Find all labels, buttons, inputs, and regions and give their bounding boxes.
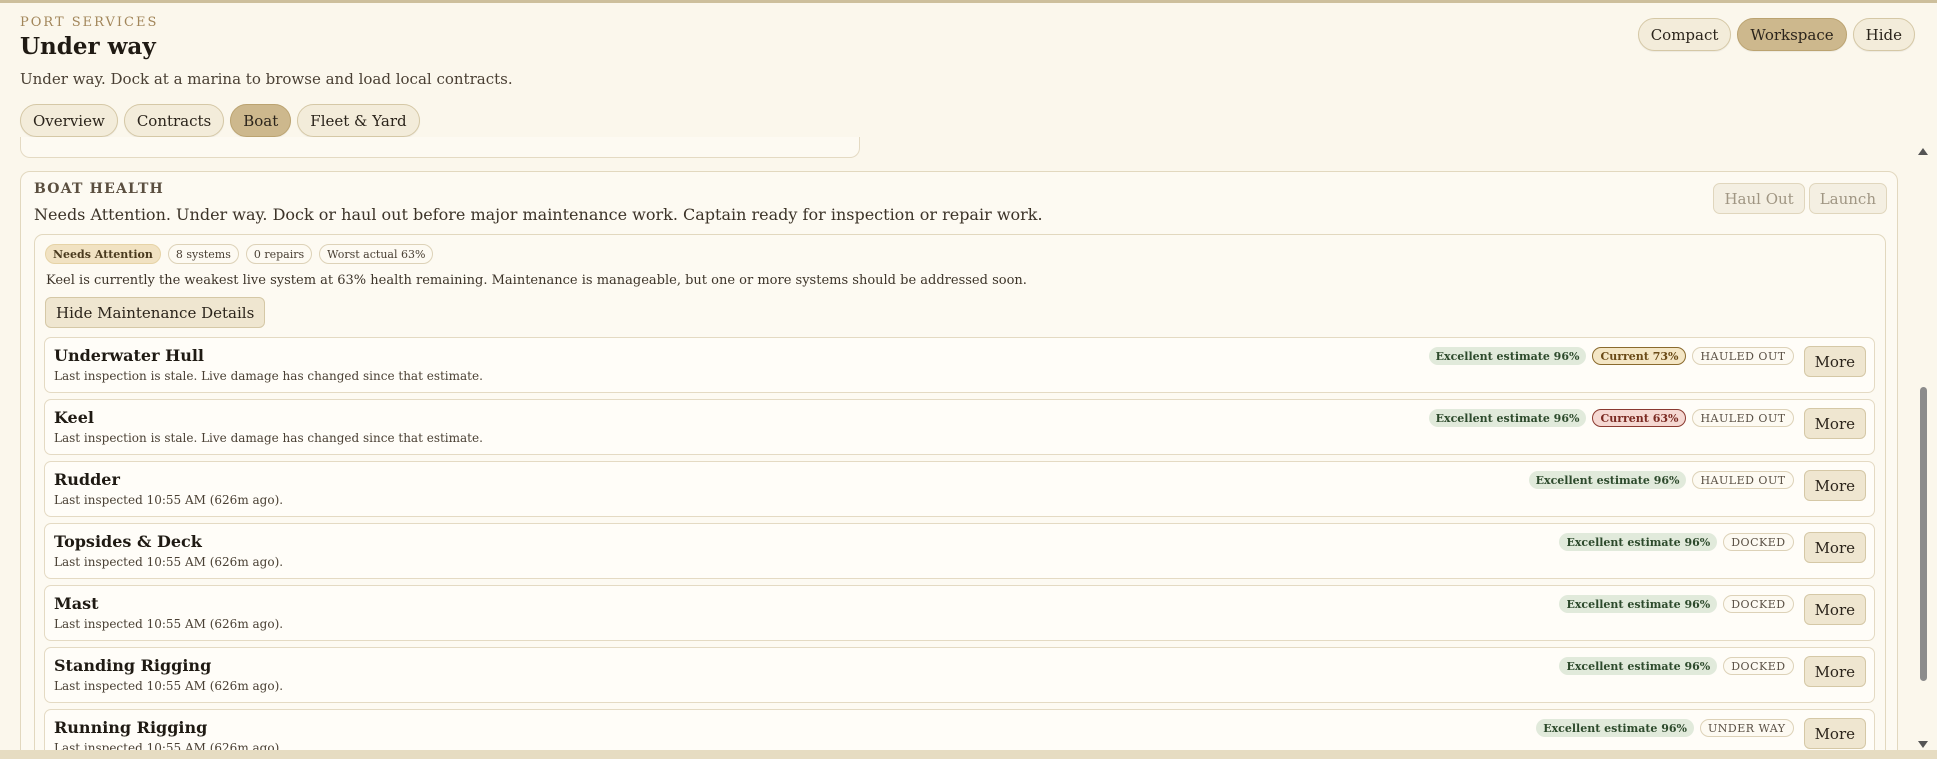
systems-count-badge: 8 systems (167, 244, 239, 264)
tab-fleet-yard[interactable]: Fleet & Yard (297, 104, 420, 137)
view-mode-toolbar: Compact Workspace Hide (1637, 18, 1915, 51)
system-status: Excellent estimate 96% Current 73% HAULE… (1428, 346, 1866, 377)
system-note: Last inspected 10:55 AM (626m ago). (54, 493, 284, 507)
system-note: Last inspection is stale. Live damage ha… (54, 431, 483, 445)
boat-health-summary: Needs Attention. Under way. Dock or haul… (34, 205, 1043, 224)
system-status: Excellent estimate 96% DOCKED More (1559, 594, 1866, 625)
estimate-chip: Excellent estimate 96% (1559, 595, 1718, 613)
haul-out-button[interactable]: Haul Out (1713, 183, 1805, 214)
port-services-panel: PORT SERVICES Under way Under way. Dock … (0, 0, 1937, 759)
estimate-chip: Excellent estimate 96% (1536, 719, 1695, 737)
system-status: Excellent estimate 96% HAULED OUT More (1528, 470, 1866, 501)
system-name: Running Rigging (54, 718, 208, 737)
panel-header: PORT SERVICES Under way Under way. Dock … (20, 15, 513, 88)
more-button[interactable]: More (1803, 346, 1866, 377)
page-title: Under way (20, 33, 156, 60)
launch-button[interactable]: Launch (1808, 183, 1887, 214)
vertical-scrollbar[interactable] (1917, 145, 1929, 750)
state-chip: HAULED OUT (1692, 409, 1794, 427)
system-status: Excellent estimate 96% UNDER WAY More (1536, 718, 1866, 749)
system-status: Excellent estimate 96% DOCKED More (1559, 656, 1866, 687)
system-status: Excellent estimate 96% DOCKED More (1559, 532, 1866, 563)
system-row-mast: Mast Last inspected 10:55 AM (626m ago).… (44, 585, 1875, 641)
tab-overview[interactable]: Overview (20, 104, 118, 137)
system-row-keel: Keel Last inspection is stale. Live dama… (44, 399, 1875, 455)
boat-health-card: BOAT HEALTH Needs Attention. Under way. … (20, 171, 1898, 755)
page-subtitle: Under way. Dock at a marina to browse an… (20, 70, 513, 88)
system-name: Mast (54, 594, 99, 613)
system-name: Rudder (54, 470, 120, 489)
tab-contracts[interactable]: Contracts (123, 104, 225, 137)
more-button[interactable]: More (1803, 656, 1866, 687)
maintenance-details: Needs Attention 8 systems 0 repairs Wors… (34, 234, 1886, 755)
state-chip: HAULED OUT (1692, 471, 1794, 489)
scrollbar-thumb[interactable] (1920, 387, 1927, 681)
estimate-chip: Excellent estimate 96% (1528, 471, 1687, 489)
state-chip: DOCKED (1723, 595, 1794, 613)
status-badge: Needs Attention (45, 244, 161, 264)
system-note: Last inspected 10:55 AM (626m ago). (54, 617, 284, 631)
system-row-standing-rigging: Standing Rigging Last inspected 10:55 AM… (44, 647, 1875, 703)
system-note: Last inspected 10:55 AM (626m ago). (54, 555, 284, 569)
previous-card-edge (20, 137, 860, 158)
system-note: Last inspected 10:55 AM (626m ago). (54, 741, 284, 755)
worst-actual-badge: Worst actual 63% (319, 244, 434, 264)
estimate-chip: Excellent estimate 96% (1428, 409, 1587, 427)
hide-maintenance-details-button[interactable]: Hide Maintenance Details (45, 297, 266, 328)
state-chip: DOCKED (1723, 657, 1794, 675)
health-badges: Needs Attention 8 systems 0 repairs Wors… (45, 244, 434, 264)
estimate-chip: Excellent estimate 96% (1559, 533, 1718, 551)
tab-boat[interactable]: Boat (230, 104, 292, 137)
system-note: Last inspected 10:55 AM (626m ago). (54, 679, 284, 693)
system-row-topsides-deck: Topsides & Deck Last inspected 10:55 AM … (44, 523, 1875, 579)
system-name: Keel (54, 408, 94, 427)
compact-button[interactable]: Compact (1637, 18, 1732, 51)
estimate-chip: Excellent estimate 96% (1428, 347, 1587, 365)
scroll-down-arrow-icon[interactable] (1918, 741, 1928, 748)
more-button[interactable]: More (1803, 594, 1866, 625)
system-note: Last inspection is stale. Live damage ha… (54, 369, 483, 383)
system-row-running-rigging: Running Rigging Last inspected 10:55 AM … (44, 709, 1875, 755)
section-tabs: Overview Contracts Boat Fleet & Yard (20, 104, 420, 137)
more-button[interactable]: More (1803, 470, 1866, 501)
system-row-underwater-hull: Underwater Hull Last inspection is stale… (44, 337, 1875, 393)
state-chip: UNDER WAY (1700, 719, 1794, 737)
boat-health-heading: BOAT HEALTH (34, 181, 164, 197)
estimate-chip: Excellent estimate 96% (1559, 657, 1718, 675)
state-chip: HAULED OUT (1692, 347, 1794, 365)
system-status: Excellent estimate 96% Current 63% HAULE… (1428, 408, 1866, 439)
section-kicker: PORT SERVICES (20, 15, 159, 30)
repairs-count-badge: 0 repairs (245, 244, 313, 264)
more-button[interactable]: More (1803, 532, 1866, 563)
more-button[interactable]: More (1803, 718, 1866, 749)
system-row-rudder: Rudder Last inspected 10:55 AM (626m ago… (44, 461, 1875, 517)
current-chip: Current 63% (1592, 409, 1687, 427)
boat-health-actions: Haul Out Launch (1713, 183, 1887, 214)
system-name: Standing Rigging (54, 656, 212, 675)
scroll-up-arrow-icon[interactable] (1918, 148, 1928, 155)
current-chip: Current 73% (1592, 347, 1687, 365)
weakest-system-note: Keel is currently the weakest live syste… (46, 273, 1027, 288)
hide-button[interactable]: Hide (1852, 18, 1915, 51)
workspace-button[interactable]: Workspace (1737, 18, 1847, 51)
system-name: Topsides & Deck (54, 532, 202, 551)
more-button[interactable]: More (1803, 408, 1866, 439)
state-chip: DOCKED (1723, 533, 1794, 551)
system-name: Underwater Hull (54, 346, 204, 365)
